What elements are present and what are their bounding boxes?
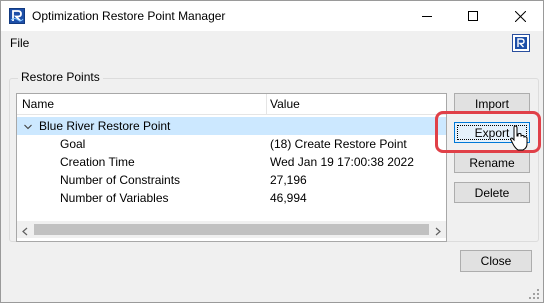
tree-row[interactable]: Number of Constraints 27,196 xyxy=(17,171,446,189)
property-name: Creation Time xyxy=(60,155,135,169)
scroll-right-icon[interactable] xyxy=(433,225,442,236)
property-value: 46,994 xyxy=(270,191,307,205)
minimize-icon xyxy=(422,16,432,17)
menu-bar: File xyxy=(1,31,543,55)
chevron-down-icon[interactable] xyxy=(23,121,33,131)
horizontal-scrollbar[interactable] xyxy=(17,221,446,238)
resize-grip-icon[interactable] xyxy=(528,288,540,300)
close-icon xyxy=(514,10,526,22)
tree-row[interactable]: Number of Variables 46,994 xyxy=(17,189,446,207)
close-button[interactable]: Close xyxy=(460,250,532,272)
title-bar[interactable]: Optimization Restore Point Manager xyxy=(1,1,543,31)
restore-point-manager-window: Optimization Restore Point Manager File xyxy=(0,0,544,303)
delete-button[interactable]: Delete xyxy=(454,182,530,203)
close-window-button[interactable] xyxy=(497,1,543,31)
property-value: 27,196 xyxy=(270,173,307,187)
property-name: Number of Constraints xyxy=(60,173,181,187)
restore-points-group-label: Restore Points xyxy=(18,70,103,84)
restore-point-name: Blue River Restore Point xyxy=(39,119,171,133)
maximize-button[interactable] xyxy=(450,1,496,31)
scrollbar-thumb[interactable] xyxy=(34,224,429,235)
column-header-name[interactable]: Name xyxy=(22,97,54,111)
property-name: Goal xyxy=(60,137,86,151)
riverware-help-icon[interactable] xyxy=(512,34,530,52)
property-value: Wed Jan 19 17:00:38 2022 xyxy=(270,155,414,169)
tree-row-restore-point[interactable]: Blue River Restore Point xyxy=(17,117,446,135)
tree-row[interactable]: Goal (18) Create Restore Point xyxy=(17,135,446,153)
rename-button[interactable]: Rename xyxy=(454,152,530,173)
menu-file[interactable]: File xyxy=(10,36,29,50)
scroll-left-icon[interactable] xyxy=(21,225,30,236)
window-title: Optimization Restore Point Manager xyxy=(32,9,226,23)
minimize-button[interactable] xyxy=(404,1,450,31)
maximize-icon xyxy=(468,11,478,21)
column-header-value[interactable]: Value xyxy=(270,97,300,111)
riverware-app-icon xyxy=(9,8,25,24)
property-value: (18) Create Restore Point xyxy=(270,137,407,151)
property-name: Number of Variables xyxy=(60,191,169,205)
mouse-pointer-icon xyxy=(510,125,528,151)
column-divider[interactable] xyxy=(266,94,267,114)
tree-row[interactable]: Creation Time Wed Jan 19 17:00:38 2022 xyxy=(17,153,446,171)
tree-header: Name Value xyxy=(17,94,446,115)
restore-points-tree[interactable]: Name Value Blue River Restore Point Goal… xyxy=(16,93,447,242)
